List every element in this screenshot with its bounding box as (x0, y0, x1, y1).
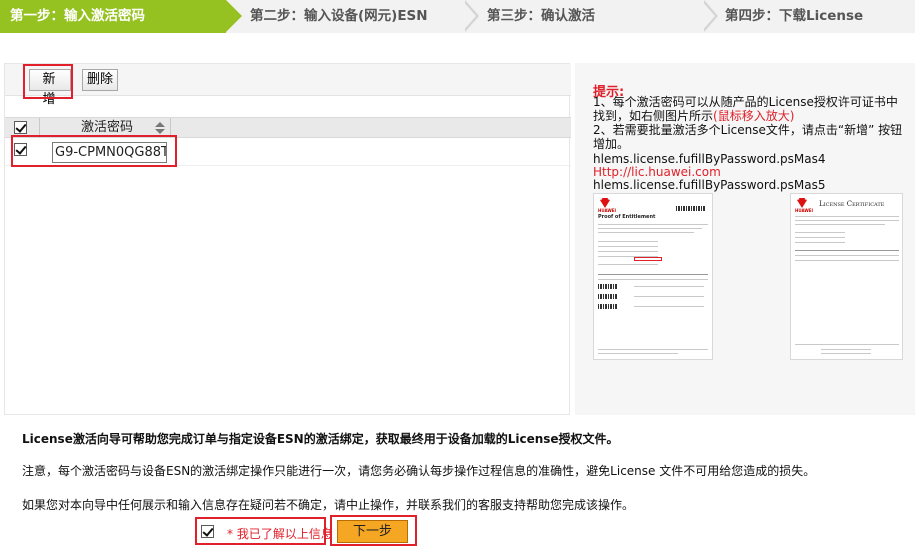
divider (598, 228, 702, 229)
activation-password-input[interactable]: G9-CPMN0QG88T (52, 142, 167, 163)
step-arrow (226, 0, 242, 32)
huawei-logo-icon (797, 198, 807, 208)
divider (598, 232, 694, 233)
highlight-password-field (634, 257, 662, 261)
divider (795, 232, 845, 233)
divider (795, 237, 845, 238)
delete-button[interactable]: 删除 (82, 69, 118, 91)
select-all-checkbox[interactable] (14, 121, 27, 134)
hint-zoom-note: (鼠标移入放大) (713, 108, 795, 123)
divider (634, 286, 704, 287)
agree-label[interactable]: * 我已了解以上信息 (227, 525, 333, 542)
sort-icon[interactable] (155, 122, 165, 134)
password-panel: 新增 删除 激活密码 G9-CPMN0QG88T (4, 63, 571, 415)
hint-panel: 提示: 1、每个激活密码可以从随产品的License授权许可证书中找到，如右侧图… (575, 63, 915, 415)
divider (598, 274, 708, 275)
step-separator-icon (701, 0, 718, 32)
divider (821, 353, 871, 354)
divider (598, 241, 658, 242)
divider (795, 216, 899, 217)
proof-of-entitlement-thumbnail[interactable]: HUAWEI Proof of Entitlement (593, 193, 713, 360)
divider (598, 264, 658, 265)
divider (821, 349, 871, 350)
divider (598, 246, 658, 247)
step-4: 第四步：下载License (725, 0, 863, 33)
next-step-button[interactable]: 下一步 (337, 520, 408, 543)
license-site-link[interactable]: Http://lic.huawei.com (593, 165, 721, 179)
agree-checkbox[interactable] (201, 525, 214, 538)
thumb-title: Proof of Entitlement (598, 214, 656, 220)
hint-code-2: hlems.license.fufillByPassword.psMas5 (593, 178, 826, 192)
column-header-password[interactable]: 激活密码 (81, 118, 133, 138)
divider (598, 224, 708, 225)
step-2-label: 第二步：输入设备(网元)ESN (250, 8, 428, 24)
divider (598, 251, 658, 252)
barcode-icon (598, 304, 618, 309)
thumb-title: License Certificate (819, 200, 885, 208)
table-row: G9-CPMN0QG88T (5, 139, 571, 166)
hint-code-1: hlems.license.fufillByPassword.psMas4 (593, 152, 826, 166)
wizard-steps: 第一步：输入激活密码 第二步：输入设备(网元)ESN 第三步：确认激活 第四步：… (0, 0, 915, 33)
barcode-icon (676, 206, 706, 211)
step-separator-icon (462, 0, 479, 32)
step-2: 第二步：输入设备(网元)ESN (250, 0, 428, 33)
grid-toolbar: 新增 删除 (5, 64, 571, 107)
huawei-logo-icon (600, 198, 610, 208)
divider (598, 353, 678, 354)
divider (795, 250, 899, 251)
step-3-label: 第三步：确认激活 (487, 8, 595, 24)
divider (795, 255, 899, 256)
barcode-icon (598, 294, 618, 299)
divider (634, 296, 704, 297)
notice-warning: 注意，每个激活密码与设备ESN的激活绑定操作只能进行一次，请您务必确认每步操作过… (22, 464, 816, 478)
step-3: 第三步：确认激活 (487, 0, 595, 33)
barcode-icon (598, 284, 618, 289)
divider (795, 220, 899, 221)
divider (795, 224, 885, 225)
hint-line-1: 1、每个激活密码可以从随产品的License授权许可证书中找到，如右侧图片所示(… (593, 95, 905, 123)
divider (795, 242, 845, 243)
divider (634, 306, 704, 307)
hint-line-2: 2、若需要批量激活多个License文件，请点击“新增” 按钮增加。 (593, 123, 903, 151)
divider (795, 344, 899, 345)
add-button[interactable]: 新增 (29, 69, 71, 107)
brand-text: HUAWEI (795, 208, 814, 213)
column-divider (170, 118, 171, 138)
divider (795, 260, 899, 261)
grid-header: 激活密码 (5, 117, 571, 138)
divider (598, 279, 708, 280)
notice-intro: License激活向导可帮助您完成订单与指定设备ESN的激活绑定，获取最终用于设… (22, 432, 619, 446)
step-1-label: 第一步：输入激活密码 (10, 8, 145, 24)
row-checkbox[interactable] (14, 143, 27, 156)
step-4-label: 第四步：下载License (725, 8, 864, 24)
column-divider (39, 118, 40, 138)
brand-text: HUAWEI (598, 208, 617, 213)
step-1-active: 第一步：输入激活密码 (0, 0, 242, 33)
notice-support: 如果您对本向导中任何展示和输入信息存在疑问若不确定，请中止操作，并联系我们的客服… (22, 498, 635, 512)
divider (598, 349, 708, 350)
license-certificate-thumbnail[interactable]: HUAWEI License Certificate (790, 193, 903, 360)
